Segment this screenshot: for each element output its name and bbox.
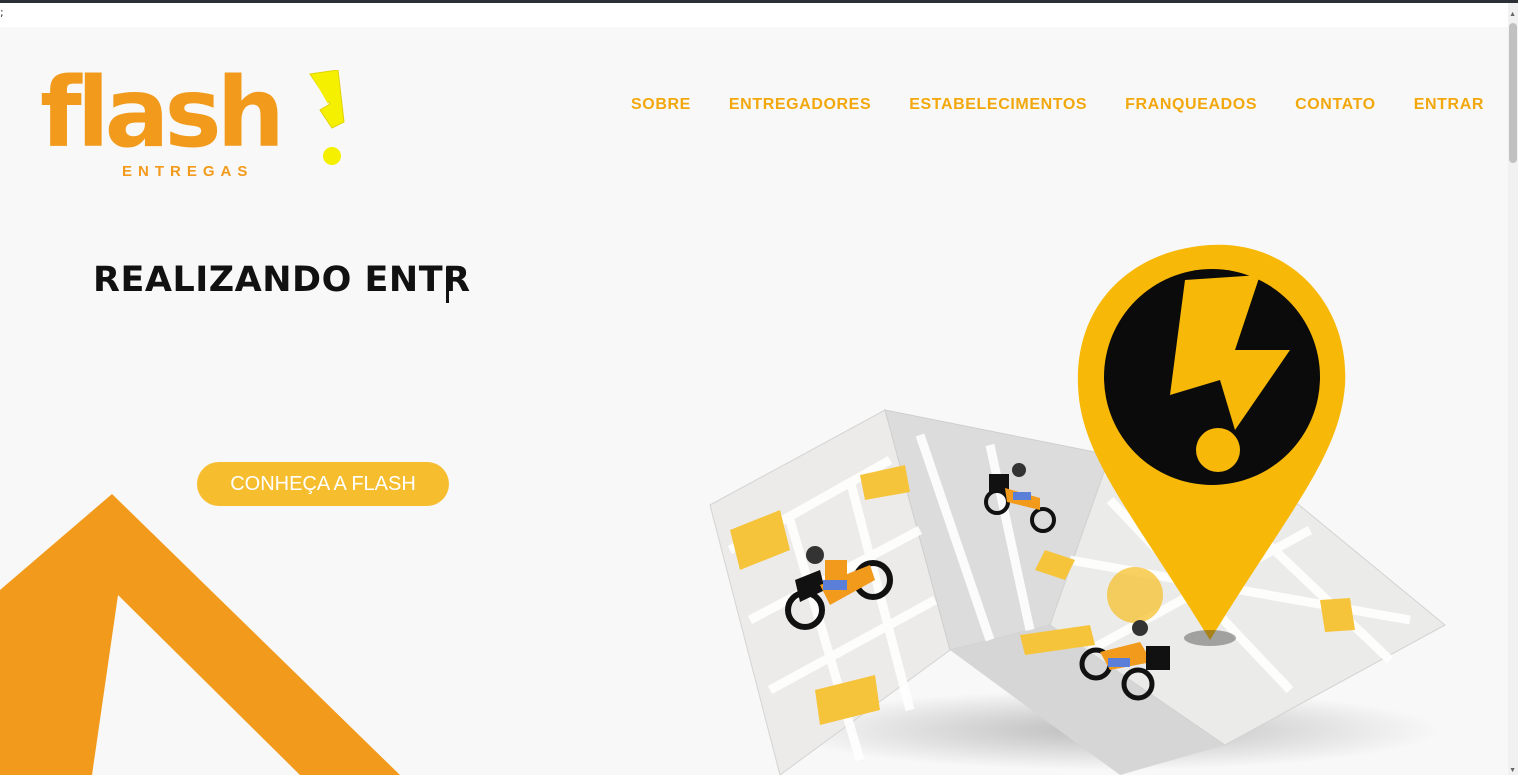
nav-sobre[interactable]: SOBRE <box>631 96 691 114</box>
nav-estabelecimentos[interactable]: ESTABELECIMENTOS <box>909 96 1087 114</box>
decorative-orange-shape <box>0 494 400 775</box>
typing-cursor <box>446 267 449 303</box>
scroll-down-arrow-icon[interactable]: ▼ <box>1509 767 1516 774</box>
main-navigation: SOBRE ENTREGADORES ESTABELECIMENTOS FRAN… <box>631 96 1484 114</box>
nav-entregadores[interactable]: ENTREGADORES <box>729 96 871 114</box>
page-scrollbar[interactable]: ▲ ▼ <box>1508 3 1518 775</box>
top-white-band <box>0 3 1508 27</box>
stray-text: ; <box>0 6 4 19</box>
nav-contato[interactable]: CONTATO <box>1295 96 1376 114</box>
scrollbar-thumb[interactable] <box>1509 23 1517 163</box>
nav-franqueados[interactable]: FRANQUEADOS <box>1125 96 1257 114</box>
logo-wordmark: flash <box>40 57 285 169</box>
hero-headline: REALIZANDO ENTR <box>93 260 471 300</box>
nav-entrar[interactable]: ENTRAR <box>1414 96 1484 114</box>
logo-subtitle: ENTREGAS <box>122 163 254 180</box>
lightning-exclamation-icon <box>309 70 345 165</box>
delivery-map-illustration <box>709 244 1446 775</box>
site-logo[interactable]: flash ENTREGAS <box>38 58 358 187</box>
scroll-up-arrow-icon[interactable]: ▲ <box>1509 11 1516 18</box>
